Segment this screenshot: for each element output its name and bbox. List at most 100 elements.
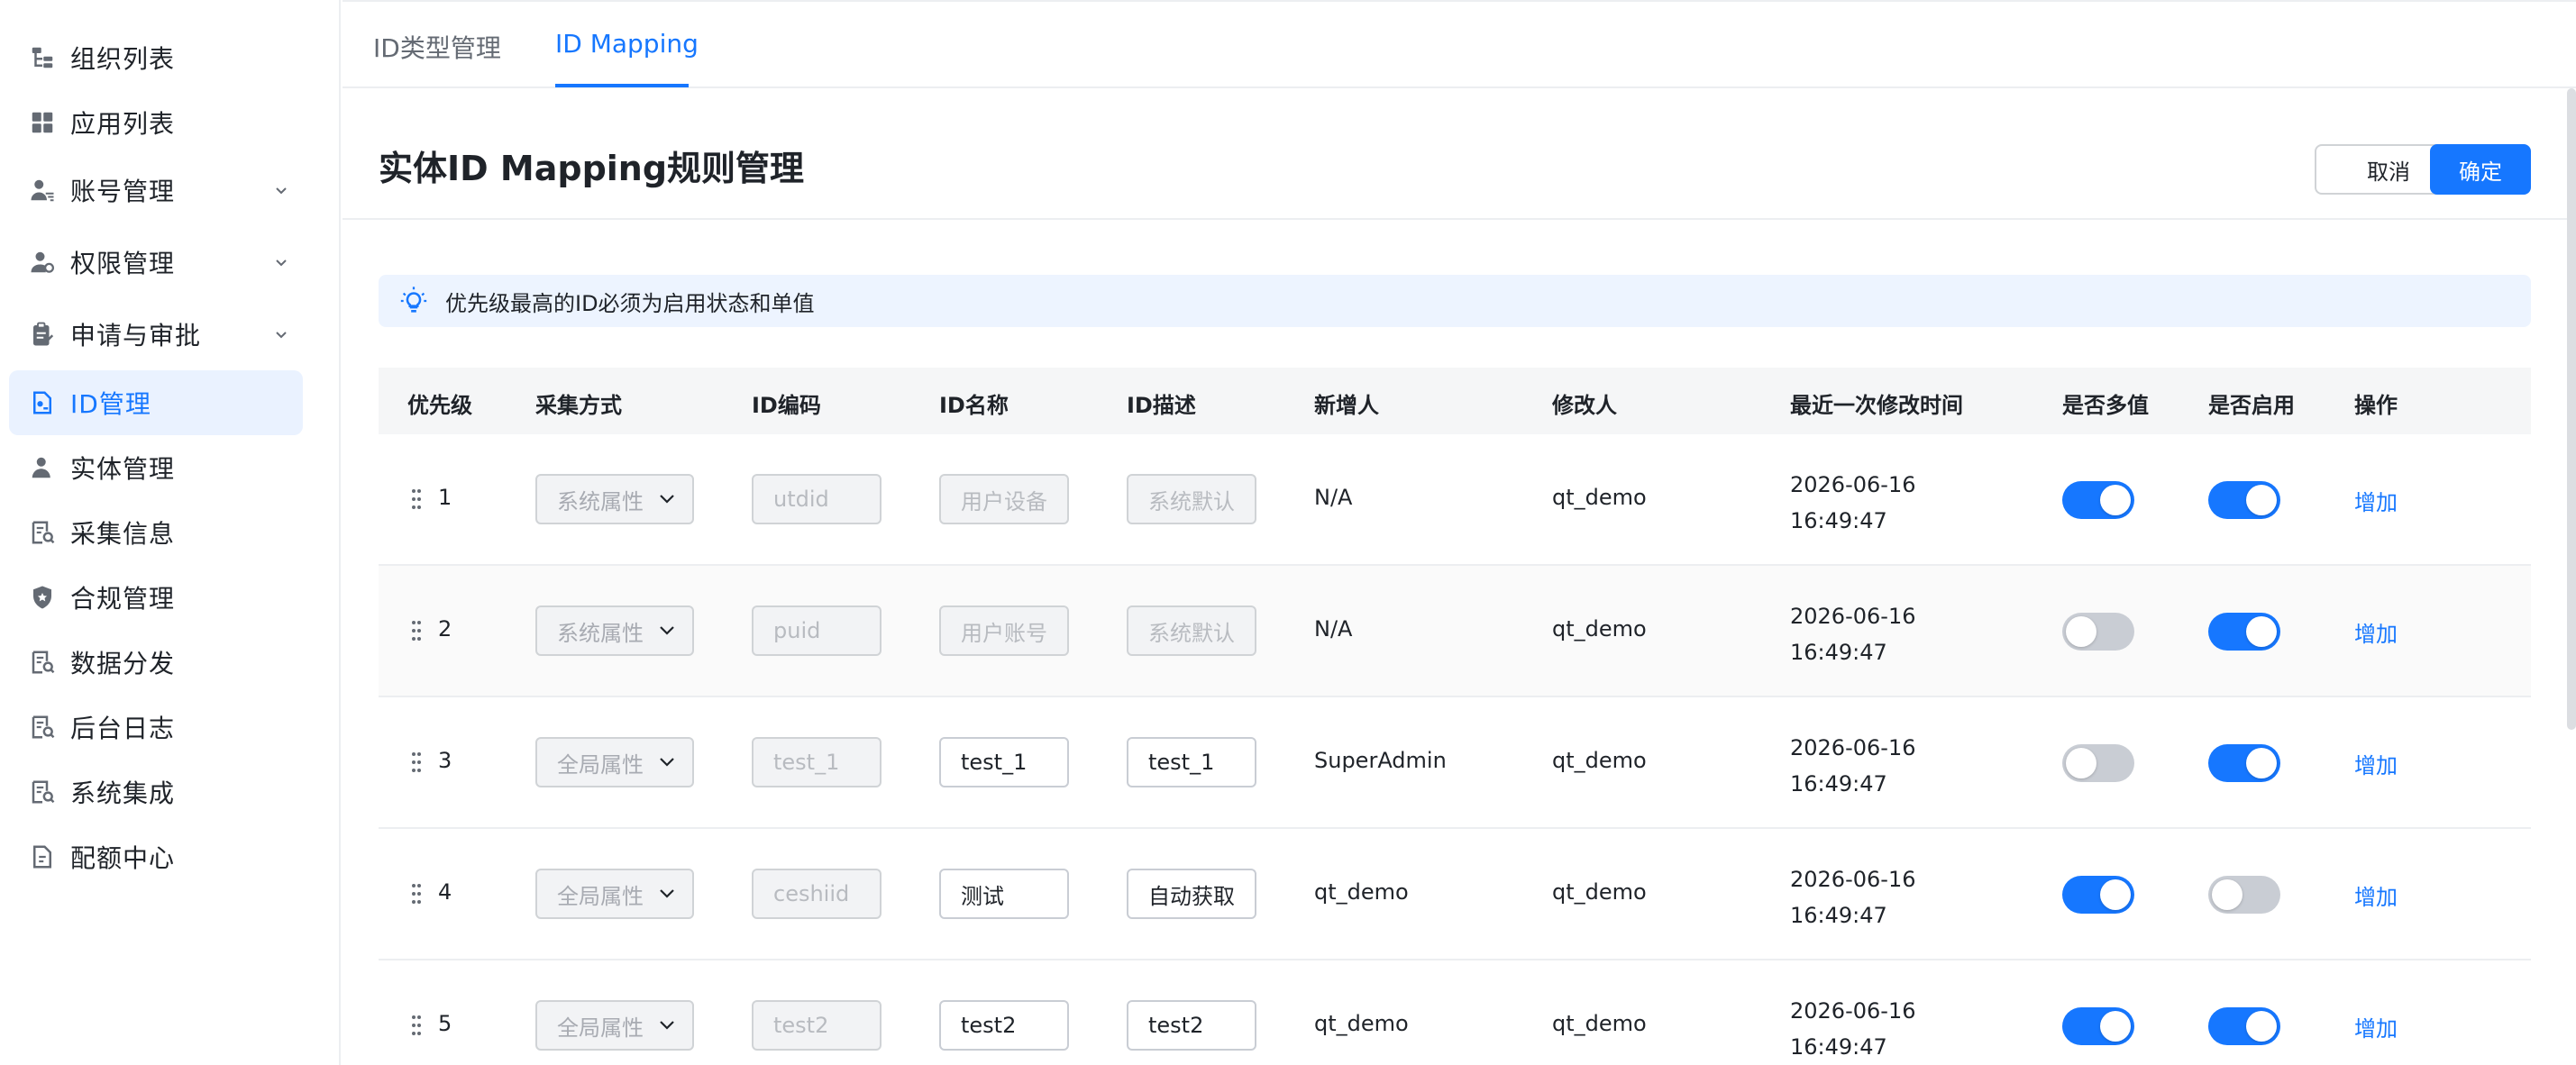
id-name-input[interactable]: 测试	[939, 869, 1069, 919]
sidebar-item-id-management[interactable]: ID管理	[9, 370, 303, 435]
id-desc-input[interactable]: test_1	[1127, 737, 1256, 787]
column-header: ID描述	[1127, 393, 1196, 418]
add-link[interactable]: 增加	[2354, 748, 2398, 779]
id-desc-input[interactable]: 系统默认	[1127, 474, 1256, 524]
lightbulb-icon	[400, 287, 427, 313]
column-header: 是否启用	[2208, 393, 2295, 418]
table-row: 4 全局属性 ceshiid 测试 自动获取 qt_demo qt_demo 2…	[379, 829, 2531, 960]
switch-knob	[2246, 748, 2277, 778]
confirm-button[interactable]: 确定	[2430, 144, 2531, 195]
drag-handle-icon[interactable]	[411, 488, 422, 510]
sidebar-item-app-list[interactable]: 应用列表	[9, 90, 303, 155]
id-desc-input[interactable]: 系统默认	[1127, 605, 1256, 656]
select-value: 全局属性	[557, 883, 644, 909]
chevron-down-icon	[660, 758, 674, 767]
scrollbar[interactable]	[2567, 88, 2576, 730]
id-name-input[interactable]: test_1	[939, 737, 1069, 787]
id-code-input[interactable]: utdid	[752, 474, 882, 524]
chevron-down-icon	[660, 889, 674, 898]
sidebar-item-label: 应用列表	[70, 109, 176, 139]
sidebar-item-label: ID管理	[70, 389, 151, 419]
modifier-value: qt_demo	[1552, 616, 1647, 642]
multi-value-switch[interactable]	[2062, 481, 2134, 519]
collect-method-select[interactable]: 全局属性	[535, 1000, 694, 1051]
sidebar-item-label: 组织列表	[70, 44, 176, 74]
person-icon	[27, 452, 58, 483]
id-name-input[interactable]: test2	[939, 1000, 1069, 1051]
sidebar-item-entity[interactable]: 实体管理	[9, 435, 303, 500]
sidebar-item-label: 账号管理	[70, 177, 176, 206]
enabled-switch[interactable]	[2208, 481, 2280, 519]
add-link[interactable]: 增加	[2354, 485, 2398, 516]
active-tab-indicator	[555, 84, 689, 87]
add-link[interactable]: 增加	[2354, 879, 2398, 911]
collect-method-select[interactable]: 全局属性	[535, 737, 694, 787]
add-link[interactable]: 增加	[2354, 1011, 2398, 1042]
table-header: 优先级 采集方式 ID编码 ID名称 ID描述 新增人 修改人 最近一次修改时间…	[379, 368, 2531, 434]
sidebar-item-quota-center[interactable]: 配额中心	[9, 824, 303, 889]
sidebar-item-backend-log[interactable]: 后台日志	[9, 695, 303, 760]
collect-method-select[interactable]: 全局属性	[535, 869, 694, 919]
enabled-switch[interactable]	[2208, 1007, 2280, 1045]
sidebar-item-data-distribution[interactable]: 数据分发	[9, 630, 303, 695]
modified-time: 2026-06-16 16:49:47	[1790, 730, 1915, 802]
sidebar-item-label: 配额中心	[70, 843, 176, 873]
id-desc-input[interactable]: test2	[1127, 1000, 1256, 1051]
drag-handle-icon[interactable]	[411, 1015, 422, 1036]
sidebar-item-apply-approve[interactable]: 申请与审批	[9, 302, 303, 367]
select-value: 系统属性	[557, 620, 644, 646]
modified-clock: 16:49:47	[1790, 640, 1887, 665]
enabled-switch[interactable]	[2208, 613, 2280, 651]
tab-bar: ID类型管理 ID Mapping	[343, 0, 2576, 88]
drag-handle-icon[interactable]	[411, 883, 422, 905]
multi-value-switch[interactable]	[2062, 613, 2134, 651]
select-value: 全局属性	[557, 1015, 644, 1041]
notice-text: 优先级最高的ID必须为启用状态和单值	[445, 290, 815, 316]
sidebar-item-label: 采集信息	[70, 519, 176, 549]
permission-icon	[27, 247, 58, 278]
id-code-input[interactable]: puid	[752, 605, 882, 656]
sidebar-item-system-integration[interactable]: 系统集成	[9, 760, 303, 824]
id-name-input[interactable]: 用户账号	[939, 605, 1069, 656]
enabled-switch[interactable]	[2208, 744, 2280, 782]
id-desc-input[interactable]: 自动获取	[1127, 869, 1256, 919]
org-tree-icon	[27, 42, 58, 73]
modified-clock: 16:49:47	[1790, 1034, 1887, 1060]
sidebar-item-label: 申请与审批	[70, 321, 202, 350]
switch-knob	[2246, 1011, 2277, 1042]
sidebar-item-label: 权限管理	[70, 249, 176, 278]
id-code-input[interactable]: ceshiid	[752, 869, 882, 919]
multi-value-switch[interactable]	[2062, 876, 2134, 914]
collect-method-select[interactable]: 系统属性	[535, 474, 694, 524]
creator-value: qt_demo	[1314, 879, 1409, 905]
search-doc-icon	[27, 647, 58, 678]
switch-knob	[2066, 748, 2096, 778]
sidebar-item-compliance[interactable]: 合规管理	[9, 565, 303, 630]
enabled-switch[interactable]	[2208, 876, 2280, 914]
page-header: 实体ID Mapping规则管理	[343, 88, 2576, 220]
multi-value-switch[interactable]	[2062, 1007, 2134, 1045]
multi-value-switch[interactable]	[2062, 744, 2134, 782]
sidebar-item-label: 实体管理	[70, 454, 176, 484]
drag-handle-icon[interactable]	[411, 620, 422, 642]
drag-handle-icon[interactable]	[411, 751, 422, 773]
tab-id-mapping[interactable]: ID Mapping	[555, 29, 699, 59]
select-value: 全局属性	[557, 751, 644, 778]
priority-value: 4	[438, 879, 452, 905]
column-header: 最近一次修改时间	[1790, 393, 1963, 418]
collect-method-select[interactable]: 系统属性	[535, 605, 694, 656]
column-header: 操作	[2354, 393, 2398, 418]
id-code-input[interactable]: test_1	[752, 737, 882, 787]
sidebar-item-account[interactable]: 账号管理	[9, 158, 303, 223]
modified-date: 2026-06-16	[1790, 735, 1916, 760]
tab-id-type-management[interactable]: ID类型管理	[373, 29, 501, 65]
switch-knob	[2100, 1011, 2131, 1042]
id-code-input[interactable]: test2	[752, 1000, 882, 1051]
id-name-input[interactable]: 用户设备	[939, 474, 1069, 524]
sidebar-item-collect-info[interactable]: 采集信息	[9, 500, 303, 565]
sidebar-item-permission[interactable]: 权限管理	[9, 230, 303, 295]
sidebar-item-org-list[interactable]: 组织列表	[9, 25, 303, 90]
add-link[interactable]: 增加	[2354, 616, 2398, 648]
modified-clock: 16:49:47	[1790, 903, 1887, 928]
modifier-value: qt_demo	[1552, 879, 1647, 905]
